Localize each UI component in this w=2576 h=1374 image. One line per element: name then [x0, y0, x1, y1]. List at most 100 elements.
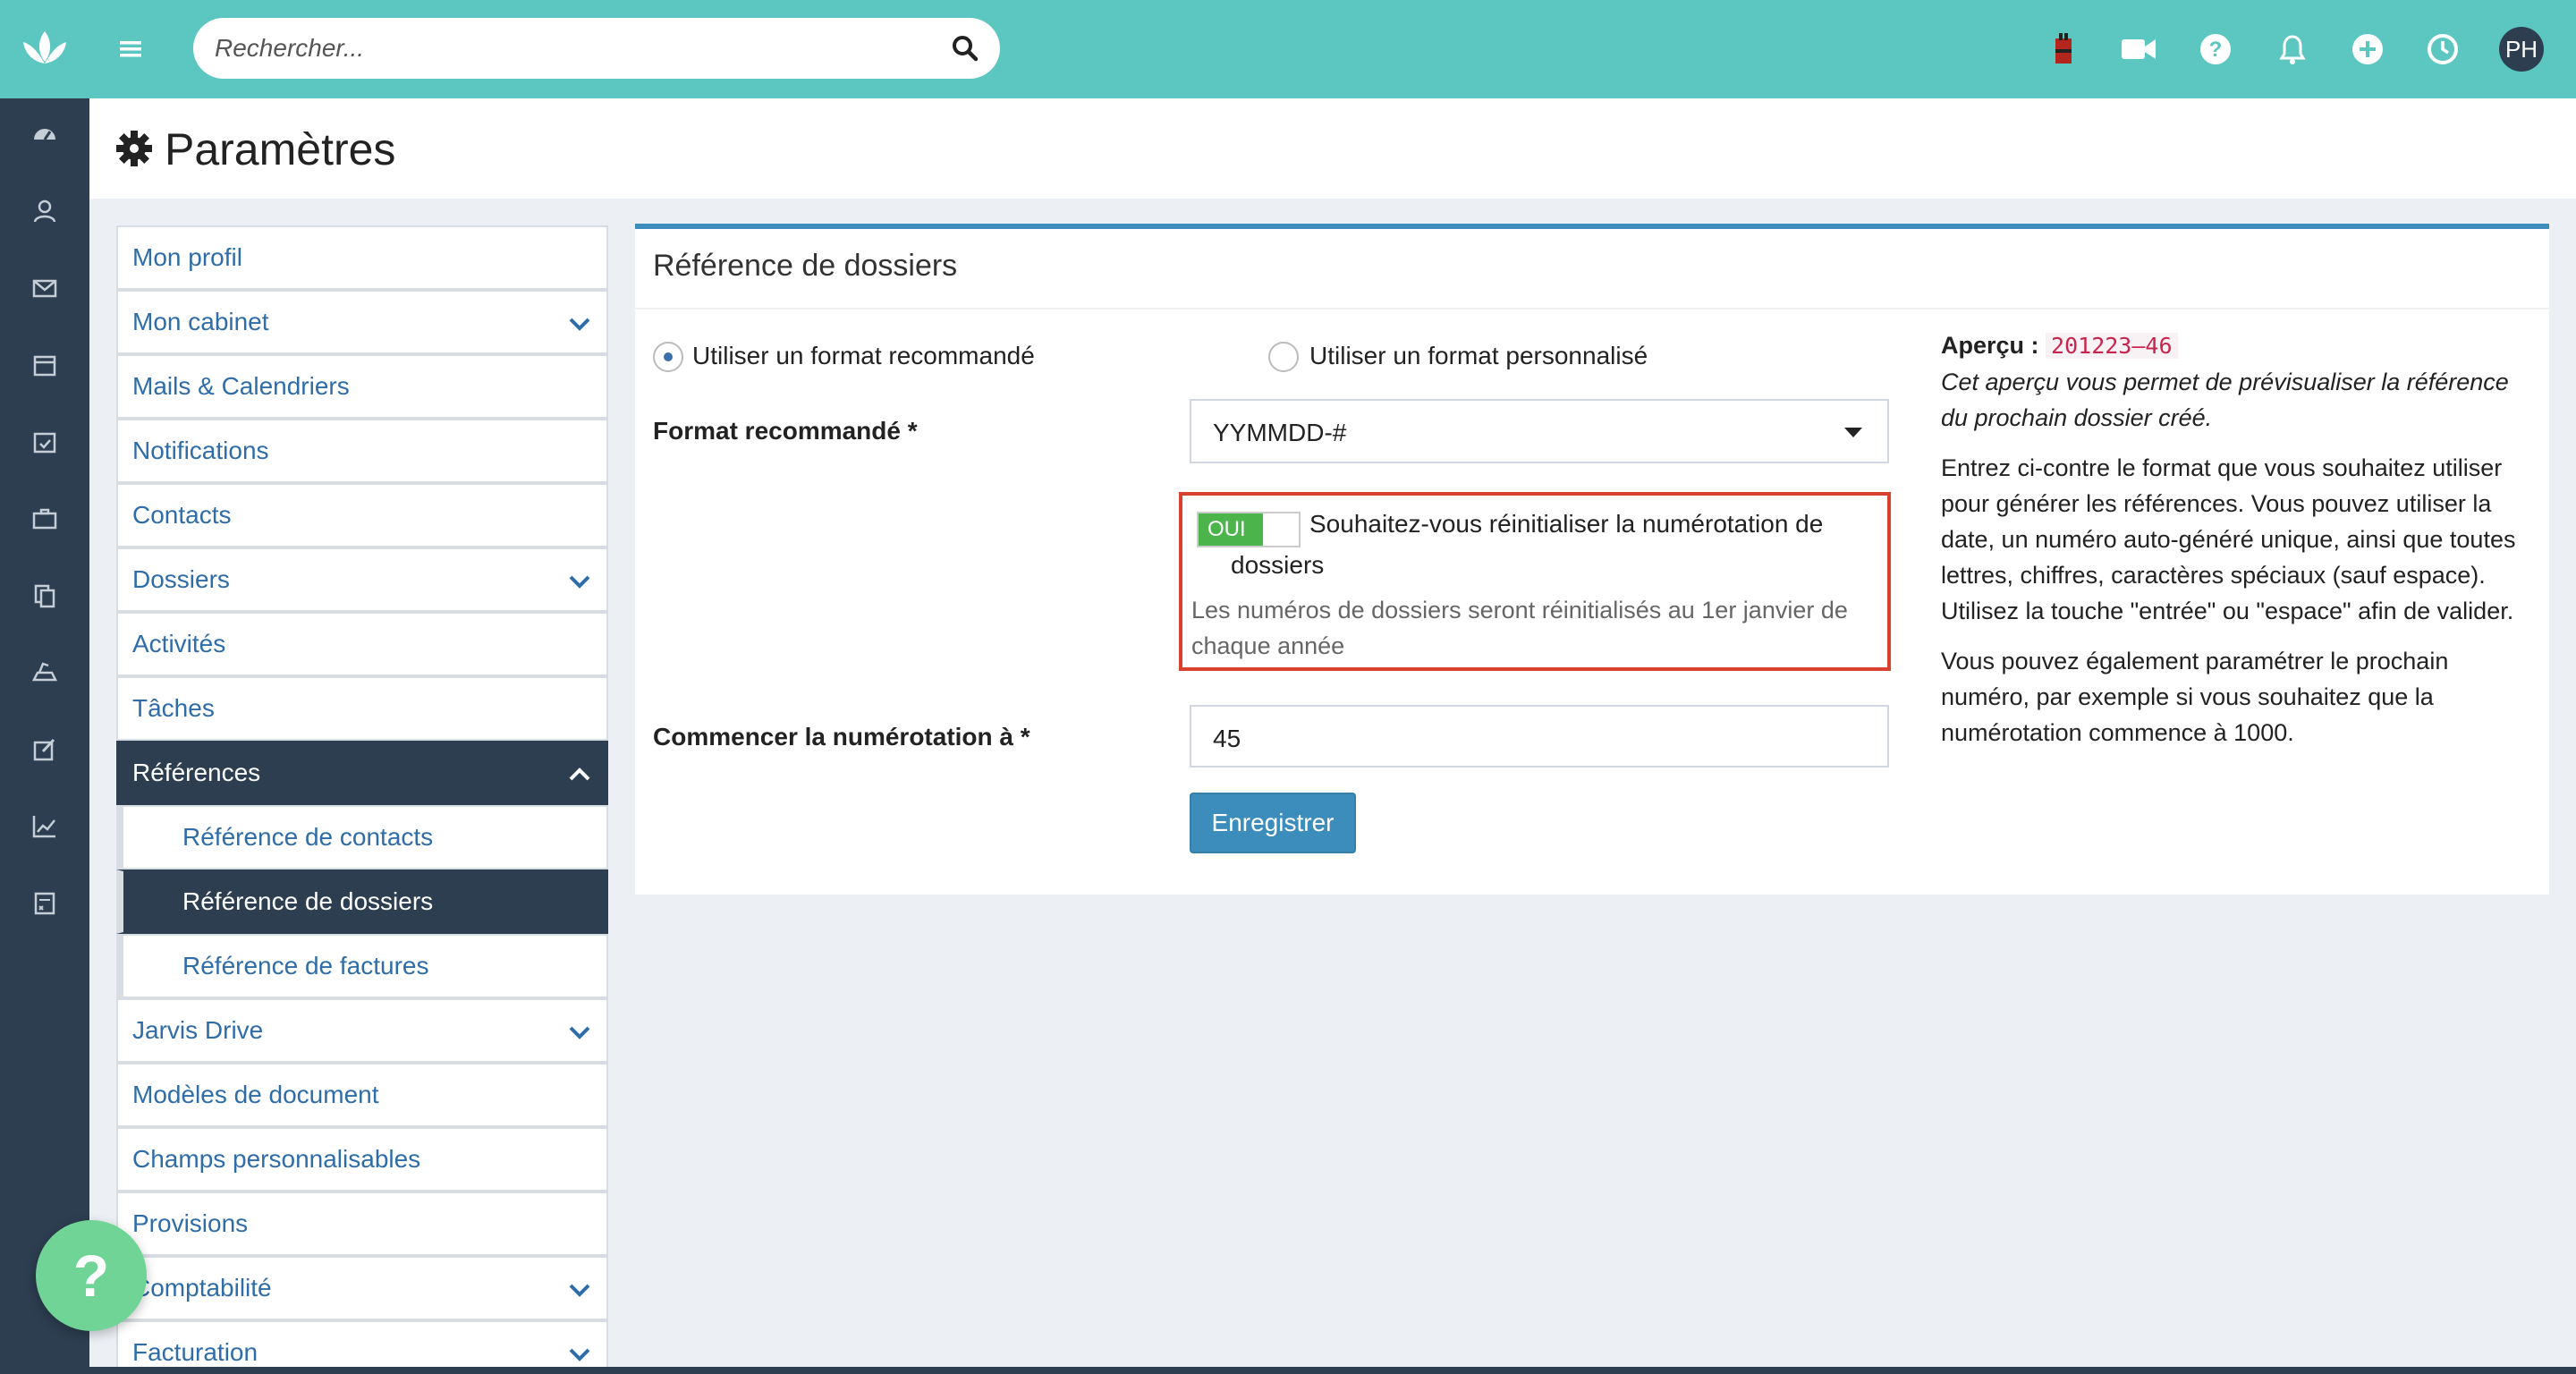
- menu-item-notifications[interactable]: Notifications: [116, 419, 608, 483]
- caret-down-icon: [1844, 428, 1862, 437]
- start-number-input[interactable]: 45: [1190, 705, 1889, 768]
- reset-numbering-toggle[interactable]: OUI: [1197, 512, 1301, 547]
- menu-item-label: Champs personnalisables: [132, 1145, 421, 1173]
- radio-recommended-label[interactable]: Utiliser un format recommandé: [692, 342, 1035, 370]
- plus-circle-icon[interactable]: [2349, 30, 2386, 68]
- radio-recommended-format[interactable]: [653, 342, 683, 372]
- search-icon[interactable]: [950, 33, 980, 64]
- menu-item-label: Activités: [132, 630, 226, 657]
- panel-title: Référence de dossiers: [653, 249, 958, 283]
- app-logo[interactable]: [0, 0, 89, 98]
- menu-item-mails-calendriers[interactable]: Mails & Calendriers: [116, 354, 608, 419]
- format-label: Format recommandé *: [653, 417, 918, 445]
- bell-icon[interactable]: [2274, 30, 2311, 68]
- chevron-up-icon[interactable]: [567, 762, 592, 787]
- menu-item-label: Référence de factures: [182, 952, 429, 980]
- gear-icon: [114, 129, 154, 168]
- edit-icon[interactable]: [27, 732, 63, 768]
- menu-item-label: Mon cabinet: [132, 308, 269, 335]
- page-title: Paramètres: [165, 124, 396, 174]
- top-header: ? PH: [89, 0, 2576, 98]
- calendar-check-icon[interactable]: [27, 424, 63, 460]
- preview-code: 201223–46: [2046, 333, 2178, 359]
- menu-item-label: Références: [132, 759, 261, 786]
- reset-question-line2: dossiers: [1231, 551, 1325, 579]
- video-camera-icon[interactable]: [2120, 30, 2157, 68]
- bottom-edge: [0, 1367, 2576, 1374]
- chevron-down-icon[interactable]: [567, 1020, 592, 1045]
- menu-item-references[interactable]: Références: [116, 741, 608, 805]
- menu-item-label: Comptabilité: [132, 1274, 272, 1302]
- help-circle-icon[interactable]: ?: [2197, 30, 2234, 68]
- help-text-format: Entrez ci-contre le format que vous souh…: [1941, 454, 2516, 589]
- radio-custom-label[interactable]: Utiliser un format personnalisé: [1309, 342, 1648, 370]
- documents-icon[interactable]: [27, 578, 63, 614]
- help-text-next-number: Vous pouvez également paramétrer le proc…: [1941, 648, 2449, 746]
- toggle-on-label: OUI: [1199, 513, 1263, 546]
- search-input[interactable]: [215, 25, 930, 72]
- menu-item-facturation[interactable]: Facturation: [116, 1320, 608, 1374]
- menu-item-label: Dossiers: [132, 565, 230, 593]
- page-header: Paramètres: [89, 98, 2576, 199]
- submenu-item-reference-dossiers[interactable]: Référence de dossiers: [116, 869, 608, 934]
- briefcase-icon[interactable]: [27, 501, 63, 537]
- preview-help-section: Aperçu : 201223–46 Cet aperçu vous perme…: [1941, 327, 2531, 765]
- menu-item-activites[interactable]: Activités: [116, 612, 608, 676]
- menu-item-mon-profil[interactable]: Mon profil: [116, 225, 608, 290]
- menu-item-label: Tâches: [132, 694, 215, 722]
- menu-item-contacts[interactable]: Contacts: [116, 483, 608, 547]
- menu-item-label: Provisions: [132, 1209, 249, 1237]
- panel-divider: [635, 308, 2549, 310]
- search-bar: [193, 18, 1000, 79]
- chevron-down-icon[interactable]: [567, 1277, 592, 1302]
- dashboard-icon[interactable]: [27, 116, 63, 152]
- chart-line-icon[interactable]: [27, 809, 63, 844]
- menu-item-label: Jarvis Drive: [132, 1016, 264, 1044]
- contacts-icon[interactable]: [27, 193, 63, 229]
- chevron-down-icon[interactable]: [567, 569, 592, 594]
- menu-item-jarvis-drive[interactable]: Jarvis Drive: [116, 998, 608, 1063]
- menu-item-label: Référence de contacts: [182, 823, 434, 851]
- mail-icon[interactable]: [27, 270, 63, 306]
- menu-item-label: Facturation: [132, 1338, 258, 1366]
- menu-item-provisions[interactable]: Provisions: [116, 1192, 608, 1256]
- reset-numbering-highlight: OUI Souhaitez-vous réinitialiser la numé…: [1179, 492, 1891, 671]
- menu-item-champs-personnalisables[interactable]: Champs personnalisables: [116, 1127, 608, 1192]
- printer-icon[interactable]: [27, 655, 63, 691]
- menu-item-comptabilite[interactable]: Comptabilité: [116, 1256, 608, 1320]
- menu-item-label: Contacts: [132, 501, 232, 529]
- extension-icon[interactable]: [2045, 30, 2082, 68]
- menu-item-label: Mon profil: [132, 243, 242, 271]
- preview-label: Aperçu :: [1941, 332, 2039, 359]
- menu-item-dossiers[interactable]: Dossiers: [116, 547, 608, 612]
- help-fab-button[interactable]: ?: [36, 1220, 147, 1331]
- save-button[interactable]: Enregistrer: [1190, 793, 1356, 853]
- reset-question-line1: Souhaitez-vous réinitialiser la numérota…: [1309, 510, 1824, 538]
- format-select-value: YYMMDD-#: [1213, 419, 1347, 446]
- settings-menu: Mon profil Mon cabinet Mails & Calendrie…: [116, 225, 608, 1374]
- preview-description: Cet aperçu vous permet de prévisualiser …: [1941, 369, 2509, 431]
- svg-text:?: ?: [2209, 38, 2223, 62]
- left-navigation-bar: [0, 0, 89, 1374]
- chevron-down-icon[interactable]: [567, 311, 592, 336]
- menu-item-label: Modèles de document: [132, 1081, 379, 1108]
- menu-item-modeles-document[interactable]: Modèles de document: [116, 1063, 608, 1127]
- menu-item-taches[interactable]: Tâches: [116, 676, 608, 741]
- submenu-item-reference-contacts[interactable]: Référence de contacts: [116, 805, 608, 869]
- lotus-logo-icon: [23, 31, 66, 64]
- submenu-item-reference-factures[interactable]: Référence de factures: [116, 934, 608, 998]
- menu-item-label: Mails & Calendriers: [132, 372, 350, 400]
- format-select[interactable]: YYMMDD-#: [1190, 399, 1889, 463]
- calendar-icon[interactable]: [27, 347, 63, 383]
- start-number-value: 45: [1213, 725, 1241, 752]
- clock-icon[interactable]: [2424, 30, 2462, 68]
- menu-item-label: Référence de dossiers: [182, 887, 434, 915]
- user-avatar[interactable]: PH: [2499, 27, 2544, 72]
- help-text-validate: Utilisez la touche "entrée" ou "espace" …: [1941, 598, 2514, 624]
- chevron-down-icon[interactable]: [567, 1342, 592, 1367]
- menu-item-mon-cabinet[interactable]: Mon cabinet: [116, 290, 608, 354]
- menu-toggle-icon[interactable]: [114, 33, 147, 65]
- start-number-label: Commencer la numérotation à *: [653, 723, 1030, 751]
- calculator-icon[interactable]: [27, 886, 63, 921]
- radio-custom-format[interactable]: [1268, 342, 1299, 372]
